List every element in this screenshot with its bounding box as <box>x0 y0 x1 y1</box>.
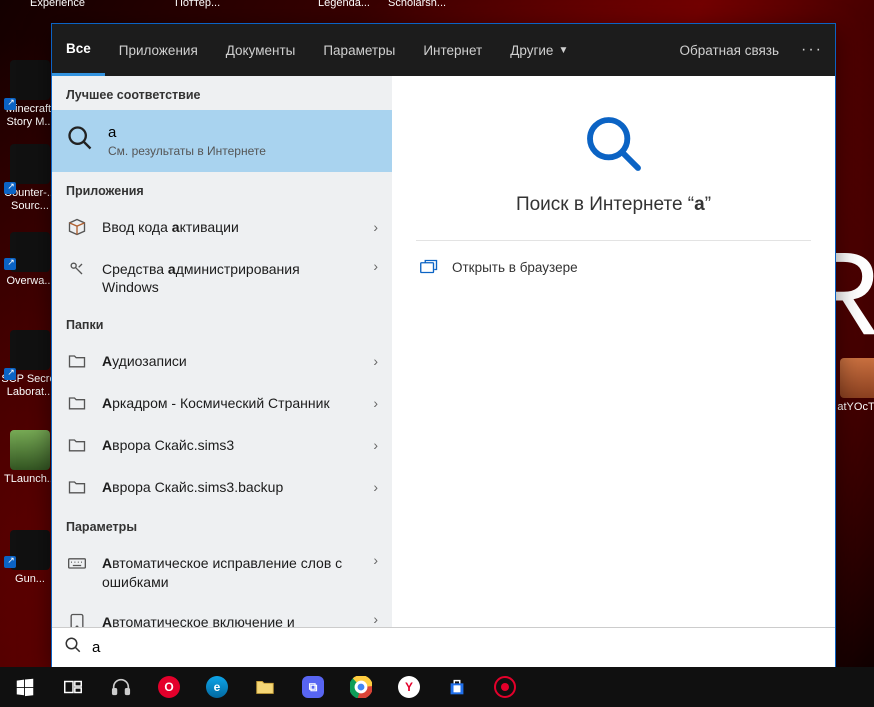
result-item[interactable]: Аврора Скайс.sims3 › <box>52 424 392 466</box>
tab-Приложения[interactable]: Приложения <box>105 24 212 76</box>
desktop-icon-label[interactable]: Scholarsh... <box>388 0 446 9</box>
desktop-icon[interactable]: SCP SecretLaborat... <box>0 330 60 398</box>
preview-pane: Поиск в Интернете “a” Открыть в браузере <box>392 76 835 627</box>
desktop-icon[interactable]: Overwa... <box>0 232 60 288</box>
tools-icon <box>66 258 88 280</box>
best-match-item[interactable]: a См. результаты в Интернете <box>52 110 392 172</box>
section-params: Параметры <box>52 508 392 542</box>
chevron-right-icon: › <box>373 258 378 274</box>
keyboard-icon <box>66 552 88 574</box>
result-item[interactable]: Аркадром - Космический Странник › <box>52 382 392 424</box>
search-window: ВсеПриложенияДокументыПараметрыИнтернетД… <box>52 24 835 667</box>
best-match-subtitle: См. результаты в Интернете <box>108 144 266 158</box>
section-best-match: Лучшее соответствие <box>52 76 392 110</box>
result-item[interactable]: Аудиозаписи › <box>52 340 392 382</box>
feedback-link[interactable]: Обратная связь <box>666 24 793 76</box>
search-bar[interactable] <box>52 627 835 667</box>
chevron-right-icon: › <box>373 437 378 453</box>
result-label: Автоматическое включение и выключение ре… <box>102 611 359 627</box>
result-item[interactable]: Ввод кода активации › <box>52 206 392 248</box>
desktop-icon-label[interactable]: Legenda... <box>318 0 370 9</box>
section-apps: Приложения <box>52 172 392 206</box>
search-icon <box>416 108 811 194</box>
tab-Другие[interactable]: Другие▼ <box>496 24 582 76</box>
result-item[interactable]: Автоматическое включение и выключение ре… <box>52 601 392 627</box>
taskbar-app-discord[interactable]: ⧉ <box>290 667 336 707</box>
desktop-icon-label[interactable]: Поттер... <box>175 0 220 9</box>
chevron-right-icon: › <box>373 219 378 235</box>
result-item[interactable]: Средства администрирования Windows › <box>52 248 392 306</box>
chevron-down-icon: ▼ <box>558 45 568 56</box>
result-item[interactable]: Аврора Скайс.sims3.backup › <box>52 466 392 508</box>
desktop-icon[interactable]: Counter-...Sourc... <box>0 144 60 212</box>
preview-headline: Поиск в Интернете “a” <box>416 194 811 241</box>
desktop-icon[interactable]: Gun... <box>0 530 60 586</box>
taskbar: Оe ⧉ Y <box>0 667 874 707</box>
result-label: Аркадром - Космический Странник <box>102 394 359 412</box>
tab-Документы[interactable]: Документы <box>212 24 310 76</box>
taskbar-app-store[interactable] <box>434 667 480 707</box>
folder-icon <box>66 392 88 414</box>
desktop-icon[interactable]: TLaunch... <box>0 430 60 486</box>
chevron-right-icon: › <box>373 611 378 627</box>
taskbar-app-edge[interactable]: e <box>194 667 240 707</box>
search-tabs-bar: ВсеПриложенияДокументыПараметрыИнтернетД… <box>52 24 835 76</box>
chevron-right-icon: › <box>373 395 378 411</box>
chevron-right-icon: › <box>373 353 378 369</box>
folder-icon <box>66 476 88 498</box>
desktop-icon[interactable]: Minecraft:Story M... <box>0 60 60 128</box>
taskbar-app-record[interactable] <box>482 667 528 707</box>
search-icon <box>66 124 94 152</box>
folder-icon <box>66 350 88 372</box>
taskbar-app-opera[interactable]: О <box>146 667 192 707</box>
desktop-icon[interactable]: atYOcT... <box>830 358 874 414</box>
result-label: Средства администрирования Windows <box>102 258 359 296</box>
result-label: Автоматическое исправление слов с ошибка… <box>102 552 359 590</box>
taskbar-app-headset[interactable] <box>98 667 144 707</box>
open-browser-icon <box>420 259 438 275</box>
tab-Интернет[interactable]: Интернет <box>409 24 496 76</box>
results-list: Лучшее соответствие a См. результаты в И… <box>52 76 392 627</box>
chevron-right-icon: › <box>373 479 378 495</box>
search-input[interactable] <box>92 639 825 656</box>
search-icon <box>64 636 82 659</box>
desktop-icon-label[interactable]: Experience <box>30 0 85 9</box>
result-label: Ввод кода активации <box>102 218 359 236</box>
result-item[interactable]: Автоматическое исправление слов с ошибка… <box>52 542 392 600</box>
chevron-right-icon: › <box>373 552 378 568</box>
result-label: Аврора Скайс.sims3 <box>102 436 359 454</box>
taskbar-app-explorer[interactable] <box>242 667 288 707</box>
best-match-title: a <box>108 124 266 141</box>
tab-Все[interactable]: Все <box>52 24 105 76</box>
more-options-button[interactable]: ··· <box>793 24 831 76</box>
taskbar-app-yandex[interactable]: Y <box>386 667 432 707</box>
taskbar-app-chrome[interactable] <box>338 667 384 707</box>
section-folders: Папки <box>52 306 392 340</box>
tab-Параметры[interactable]: Параметры <box>309 24 409 76</box>
result-label: Аврора Скайс.sims3.backup <box>102 478 359 496</box>
folder-icon <box>66 434 88 456</box>
result-label: Аудиозаписи <box>102 352 359 370</box>
open-in-browser[interactable]: Открыть в браузере <box>416 241 811 275</box>
box-icon <box>66 216 88 238</box>
taskbar-start[interactable] <box>2 667 48 707</box>
taskbar-task-view[interactable] <box>50 667 96 707</box>
tablet-icon <box>66 611 88 627</box>
